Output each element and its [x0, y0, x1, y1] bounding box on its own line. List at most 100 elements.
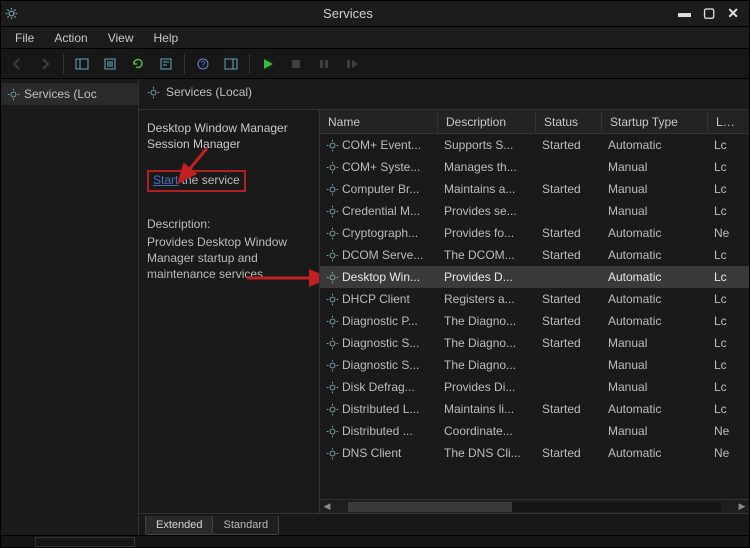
gear-icon: [326, 227, 339, 240]
cell-description: The Diagno...: [438, 336, 536, 350]
statusbar: [1, 535, 749, 547]
pause-service-button: [312, 52, 336, 76]
cell-logon: Lc: [708, 292, 736, 306]
cell-startup: Automatic: [602, 314, 708, 328]
cell-status: Started: [536, 292, 602, 306]
cell-name: Diagnostic S...: [342, 336, 419, 350]
table-row[interactable]: Cryptograph...Provides fo...StartedAutom…: [320, 222, 749, 244]
cell-logon: Ne: [708, 446, 736, 460]
window-title: Services: [18, 6, 678, 21]
cell-description: Provides se...: [438, 204, 536, 218]
menu-help[interactable]: Help: [146, 29, 187, 47]
cell-startup: Manual: [602, 204, 708, 218]
menu-view[interactable]: View: [100, 29, 142, 47]
col-header-status[interactable]: Status: [536, 111, 602, 133]
cell-status: Started: [536, 226, 602, 240]
gear-icon: [326, 161, 339, 174]
gear-icon: [326, 293, 339, 306]
cell-startup: Automatic: [602, 292, 708, 306]
cell-status: Started: [536, 138, 602, 152]
gear-icon: [326, 381, 339, 394]
cell-name: Cryptograph...: [342, 226, 418, 240]
menu-file[interactable]: File: [7, 29, 42, 47]
help-button[interactable]: ?: [191, 52, 215, 76]
horizontal-scrollbar[interactable]: ◀ ▶: [320, 499, 749, 513]
cell-logon: Ne: [708, 226, 736, 240]
col-header-name[interactable]: Name: [320, 111, 438, 133]
gear-icon: [326, 359, 339, 372]
cell-logon: Lc: [708, 402, 736, 416]
nav-item-services[interactable]: Services (Loc: [1, 83, 138, 105]
detail-pane: Desktop Window Manager Session Manager S…: [139, 110, 319, 513]
start-service-link[interactable]: Start: [153, 173, 178, 187]
properties-button[interactable]: [154, 52, 178, 76]
col-header-startup[interactable]: Startup Type: [602, 111, 708, 133]
scroll-left-button[interactable]: ◀: [320, 501, 334, 512]
cell-description: Registers a...: [438, 292, 536, 306]
cell-startup: Manual: [602, 424, 708, 438]
gear-icon: [326, 337, 339, 350]
cell-status: Started: [536, 182, 602, 196]
cell-logon: Lc: [708, 380, 736, 394]
maximize-button[interactable]: ▢: [703, 5, 715, 22]
cell-name: Distributed L...: [342, 402, 419, 416]
table-row[interactable]: Distributed L...Maintains li...StartedAu…: [320, 398, 749, 420]
menu-action[interactable]: Action: [46, 29, 95, 47]
cell-startup: Automatic: [602, 138, 708, 152]
gear-icon: [326, 249, 339, 262]
right-pane-header: Services (Local): [139, 79, 749, 110]
cell-status: Started: [536, 446, 602, 460]
table-row[interactable]: Distributed ...Coordinate...ManualNe: [320, 420, 749, 442]
table-row[interactable]: DHCP Client Registers a...StartedAutomati…: [320, 288, 749, 310]
col-header-logon[interactable]: Lo: [708, 111, 736, 133]
scroll-right-button[interactable]: ▶: [735, 501, 749, 512]
action-pane-button[interactable]: [219, 52, 243, 76]
cell-status: Started: [536, 248, 602, 262]
forward-button: [33, 52, 57, 76]
table-row[interactable]: Credential M... Provides se... ManualLc: [320, 200, 749, 222]
tab-extended[interactable]: Extended: [145, 516, 213, 535]
titlebar: Services ▬ ▢ ✕: [1, 1, 749, 27]
table-row[interactable]: Desktop Win...Provides D...AutomaticLc: [320, 266, 749, 288]
scroll-track[interactable]: [348, 502, 721, 512]
table-row[interactable]: DCOM Serve...The DCOM...StartedAutomatic…: [320, 244, 749, 266]
table-row[interactable]: DNS ClientThe DNS Cli...StartedAutomatic…: [320, 442, 749, 464]
cell-description: Coordinate...: [438, 424, 536, 438]
tab-standard[interactable]: Standard: [212, 516, 279, 535]
col-header-description[interactable]: Description: [438, 111, 536, 133]
cell-logon: Lc: [708, 204, 736, 218]
table-row[interactable]: Disk Defrag...Provides Di...ManualLc: [320, 376, 749, 398]
table-row[interactable]: COM+ Event...Supports S...StartedAutomat…: [320, 134, 749, 156]
cell-description: Provides Di...: [438, 380, 536, 394]
cell-startup: Manual: [602, 336, 708, 350]
app-icon: [5, 7, 18, 20]
cell-startup: Manual: [602, 160, 708, 174]
table-row[interactable]: Diagnostic S...The Diagno...StartedManua…: [320, 332, 749, 354]
cell-logon: Lc: [708, 314, 736, 328]
table-row[interactable]: Diagnostic S...The Diagno...ManualLc: [320, 354, 749, 376]
refresh-button[interactable]: [126, 52, 150, 76]
close-button[interactable]: ✕: [727, 5, 739, 22]
scroll-thumb[interactable]: [348, 502, 512, 512]
cell-logon: Lc: [708, 248, 736, 262]
cell-startup: Automatic: [602, 402, 708, 416]
cell-name: DHCP Client: [342, 292, 410, 306]
show-hide-tree-button[interactable]: [70, 52, 94, 76]
start-service-button[interactable]: [256, 52, 280, 76]
nav-item-label: Services (Loc: [24, 87, 97, 101]
cell-name: Diagnostic S...: [342, 358, 419, 372]
export-list-button[interactable]: [98, 52, 122, 76]
table-row[interactable]: Computer Br...Maintains a...StartedManua…: [320, 178, 749, 200]
table-row[interactable]: Diagnostic P...The Diagno...StartedAutom…: [320, 310, 749, 332]
cell-name: Credential M...: [342, 204, 420, 218]
statusbar-pane: [35, 537, 135, 547]
cell-description: The Diagno...: [438, 358, 536, 372]
cell-name: DCOM Serve...: [342, 248, 423, 262]
cell-name: COM+ Event...: [342, 138, 421, 152]
minimize-button[interactable]: ▬: [678, 5, 691, 22]
cell-description: The Diagno...: [438, 314, 536, 328]
cell-name: Distributed ...: [342, 424, 413, 438]
cell-name: COM+ Syste...: [342, 160, 420, 174]
table-row[interactable]: COM+ Syste...Manages th...ManualLc: [320, 156, 749, 178]
cell-status: Started: [536, 402, 602, 416]
